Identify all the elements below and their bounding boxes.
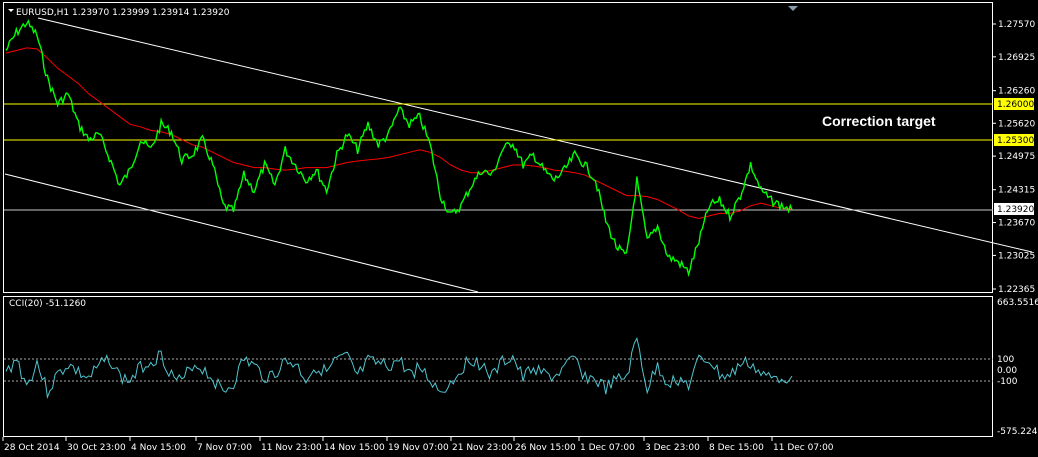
annotation-correction-target[interactable]: Correction target (822, 113, 936, 129)
time-axis-label: 26 Nov 15:00 (515, 443, 576, 453)
price-axis-tick-label: 1.23670 (998, 219, 1035, 229)
moving-average-line (5, 47, 793, 220)
price-axis-tick-label: 1.26260 (998, 87, 1035, 97)
price-axis-tick-label: 1.26925 (998, 53, 1035, 63)
time-axis-label: 11 Nov 23:00 (261, 443, 322, 453)
scroll-shift-marker-icon[interactable] (788, 6, 798, 11)
time-axis-label: 30 Oct 23:00 (67, 443, 126, 453)
price-panel[interactable] (3, 2, 993, 293)
price-axis-tick-label: 1.22365 (998, 285, 1035, 295)
cci-axis-0: 0.00 (997, 366, 1017, 376)
cci-axis-100: 100 (997, 355, 1014, 365)
cci-axis-top: 663.5516 (997, 298, 1038, 308)
price-axis-tick-label: 1.23025 (998, 251, 1035, 261)
time-axis: 28 Oct 2014 30 Oct 23:00 4 Nov 15:00 7 Nov … (2, 437, 834, 453)
price-axis-tick-label: 1.25620 (998, 119, 1035, 129)
trend-line-lower[interactable] (4, 173, 479, 293)
time-axis-label: 28 Oct 2014 (4, 443, 60, 453)
trend-line-upper[interactable] (37, 17, 1033, 253)
time-axis-label: 19 Nov 07:00 (388, 443, 449, 453)
level-label-125300: 1.25300 (997, 136, 1034, 146)
chart-menu-arrow-icon[interactable] (8, 9, 14, 12)
price-axis: 1.27570 1.26925 1.26260 1.25620 1.24975 1.243… (993, 20, 1035, 295)
time-axis-label: 7 Nov 07:00 (197, 443, 252, 453)
price-line (5, 18, 793, 278)
cci-axis-minus100: -100 (997, 377, 1018, 387)
time-axis-label: 14 Nov 15:00 (324, 443, 385, 453)
indicator-panel[interactable] (3, 296, 993, 437)
cci-line (5, 336, 793, 400)
level-label-126000: 1.26000 (997, 100, 1034, 110)
indicator-title: CCI(20) -51.1260 (9, 299, 86, 309)
time-axis-label: 11 Dec 07:00 (773, 443, 834, 453)
chart-title: EURUSD,H1 1.23970 1.23999 1.23914 1.2392… (16, 8, 230, 18)
time-axis-label: 1 Dec 07:00 (580, 443, 635, 453)
chart-window[interactable]: EURUSD,H1 1.23970 1.23999 1.23914 1.2392… (0, 0, 1038, 457)
cci-axis-bottom: -575.2247 (997, 427, 1038, 437)
time-axis-label: 21 Nov 23:00 (452, 443, 513, 453)
time-axis-label: 8 Dec 15:00 (709, 443, 764, 453)
current-price-label: 1.23920 (997, 205, 1034, 215)
time-axis-label: 3 Dec 23:00 (645, 443, 700, 453)
time-axis-label: 4 Nov 15:00 (131, 443, 186, 453)
price-axis-tick-label: 1.24975 (998, 152, 1035, 162)
price-axis-tick-label: 1.24315 (998, 186, 1035, 196)
price-axis-tick-label: 1.27570 (998, 20, 1035, 30)
